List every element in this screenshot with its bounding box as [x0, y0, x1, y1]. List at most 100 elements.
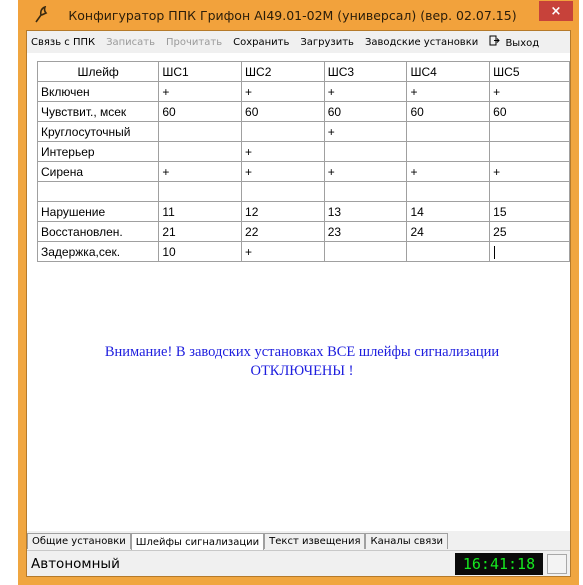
- loops-grid: Шлейф ШС1 ШС2 ШС3 ШС4 ШС5 Включен + + + + + Чу…: [36, 61, 570, 262]
- menu-save[interactable]: Сохранить: [233, 37, 289, 48]
- grid-row-label: Включен: [36, 81, 160, 102]
- menu-write[interactable]: Записать: [106, 37, 155, 48]
- grid-row: Восстановлен. 21 22 23 24 25: [36, 221, 570, 242]
- grid-row: Включен + + + + +: [36, 81, 570, 102]
- grid-row: Сирена + + + + +: [36, 161, 570, 182]
- grid-cell[interactable]: +: [489, 81, 570, 102]
- grid-cell[interactable]: [323, 141, 408, 162]
- warning-line-1: Внимание! В заводских установках ВСЕ шле…: [104, 344, 500, 360]
- grid-row: [36, 181, 570, 202]
- grid-cell[interactable]: +: [241, 241, 325, 262]
- tab-alarm-loops[interactable]: Шлейфы сигнализации: [130, 533, 265, 550]
- grid-row: Круглосуточный +: [36, 121, 570, 142]
- grid-cell[interactable]: [323, 181, 408, 202]
- grid-cell[interactable]: [158, 121, 243, 142]
- grid-cell[interactable]: 60: [489, 101, 570, 122]
- menu-bar: Связь с ППК Записать Прочитать Сохранить…: [27, 31, 570, 53]
- grid-cell[interactable]: [406, 241, 491, 262]
- grid-cell[interactable]: 13: [323, 201, 408, 222]
- menu-connect[interactable]: Связь с ППК: [31, 37, 95, 48]
- grid-row: Нарушение 11 12 13 14 15: [36, 201, 570, 222]
- grid-cell[interactable]: 22: [241, 221, 325, 242]
- grid-header-cell: ШС5: [489, 61, 570, 82]
- grid-header-cell: ШС2: [241, 61, 325, 82]
- grid-cell[interactable]: +: [241, 161, 325, 182]
- grid-row-label: Нарушение: [36, 201, 160, 222]
- grid-cell[interactable]: 14: [406, 201, 491, 222]
- grid-row-label: Восстановлен.: [36, 221, 160, 242]
- grid-row-label: [36, 181, 160, 202]
- grid-cell[interactable]: 25: [489, 221, 570, 242]
- text-caret: [494, 245, 496, 259]
- app-window: Конфигуратор ППК Грифон AI49.01-02M (уни…: [18, 0, 579, 585]
- grid-cell[interactable]: 23: [323, 221, 408, 242]
- menu-exit-label: Выход: [505, 38, 540, 49]
- grid-cell[interactable]: [406, 141, 491, 162]
- grid-cell[interactable]: [406, 121, 491, 142]
- grid-cell[interactable]: [241, 121, 325, 142]
- grid-cell[interactable]: 24: [406, 221, 491, 242]
- grid-cell[interactable]: +: [241, 141, 325, 162]
- status-indicator: [547, 553, 567, 574]
- grid-cell[interactable]: +: [241, 81, 325, 102]
- grid-cell[interactable]: [406, 181, 491, 202]
- grid-cell[interactable]: [489, 121, 570, 142]
- close-button[interactable]: ×: [539, 1, 573, 21]
- grid-row-label: Задержка,сек.: [36, 241, 160, 262]
- grid-cell[interactable]: [241, 181, 325, 202]
- grid-cell[interactable]: +: [323, 81, 408, 102]
- window-title: Конфигуратор ППК Грифон AI49.01-02M (уни…: [68, 7, 517, 23]
- warning-line-2: ОТКЛЮЧЕНЫ !: [250, 363, 354, 379]
- grid-cell[interactable]: [158, 141, 243, 162]
- tab-communication-channels[interactable]: Каналы связи: [365, 533, 449, 549]
- title-bar[interactable]: Конфигуратор ППК Грифон AI49.01-02M (уни…: [18, 0, 579, 30]
- status-mode: Автономный: [31, 555, 120, 572]
- tab-notification-text[interactable]: Текст извещения: [264, 533, 366, 549]
- menu-factory-settings[interactable]: Заводские установки: [365, 37, 478, 48]
- close-icon: ×: [550, 3, 562, 19]
- grid-header-cell: ШС3: [323, 61, 408, 82]
- grid-cell[interactable]: [489, 241, 570, 262]
- grid-cell[interactable]: 60: [241, 101, 325, 122]
- menu-exit[interactable]: Выход: [489, 35, 539, 49]
- grid-cell[interactable]: 60: [406, 101, 491, 122]
- grid-cell[interactable]: +: [323, 121, 408, 142]
- grid-cell[interactable]: +: [406, 161, 491, 182]
- grid-cell[interactable]: [158, 181, 243, 202]
- grid-cell[interactable]: 11: [158, 201, 243, 222]
- grid-cell[interactable]: +: [489, 161, 570, 182]
- client-area: Связь с ППК Записать Прочитать Сохранить…: [26, 30, 571, 577]
- grid-header-cell: ШС4: [406, 61, 491, 82]
- grid-cell[interactable]: 10: [158, 241, 243, 262]
- grid-row-label: Чувствит., мсек: [36, 101, 160, 122]
- exit-icon: [489, 35, 503, 49]
- grid-cell[interactable]: +: [158, 161, 243, 182]
- grid-cell[interactable]: [323, 241, 408, 262]
- grid-row: Чувствит., мсек 60 60 60 60 60: [36, 101, 570, 122]
- status-bar: Автономный 16:41:18: [27, 550, 570, 576]
- grid-header-row: Шлейф ШС1 ШС2 ШС3 ШС4 ШС5: [36, 61, 570, 82]
- grid-cell[interactable]: +: [323, 161, 408, 182]
- grid-header-cell: ШС1: [158, 61, 243, 82]
- loops-panel: Шлейф ШС1 ШС2 ШС3 ШС4 ШС5 Включен + + + + + Чу…: [27, 53, 570, 531]
- grid-cell[interactable]: +: [158, 81, 243, 102]
- grid-cell[interactable]: [489, 141, 570, 162]
- grid-header-cell: Шлейф: [36, 61, 160, 82]
- clock-display: 16:41:18: [455, 552, 543, 575]
- grid-row-label: Сирена: [36, 161, 160, 182]
- tab-general-settings[interactable]: Общие установки: [27, 533, 131, 549]
- grid-cell[interactable]: 60: [323, 101, 408, 122]
- grid-row-label: Интерьер: [36, 141, 160, 162]
- app-icon: [28, 3, 52, 27]
- grid-cell[interactable]: 21: [158, 221, 243, 242]
- grid-cell[interactable]: +: [406, 81, 491, 102]
- grid-cell[interactable]: [489, 181, 570, 202]
- grid-row: Интерьер +: [36, 141, 570, 162]
- grid-cell[interactable]: 12: [241, 201, 325, 222]
- factory-warning: Внимание! В заводских установках ВСЕ шле…: [47, 343, 557, 381]
- grid-cell[interactable]: 15: [489, 201, 570, 222]
- menu-load[interactable]: Загрузить: [300, 37, 354, 48]
- grid-cell[interactable]: 60: [158, 101, 243, 122]
- menu-read[interactable]: Прочитать: [166, 37, 222, 48]
- tab-strip: Общие установки Шлейфы сигнализации Текс…: [27, 531, 570, 550]
